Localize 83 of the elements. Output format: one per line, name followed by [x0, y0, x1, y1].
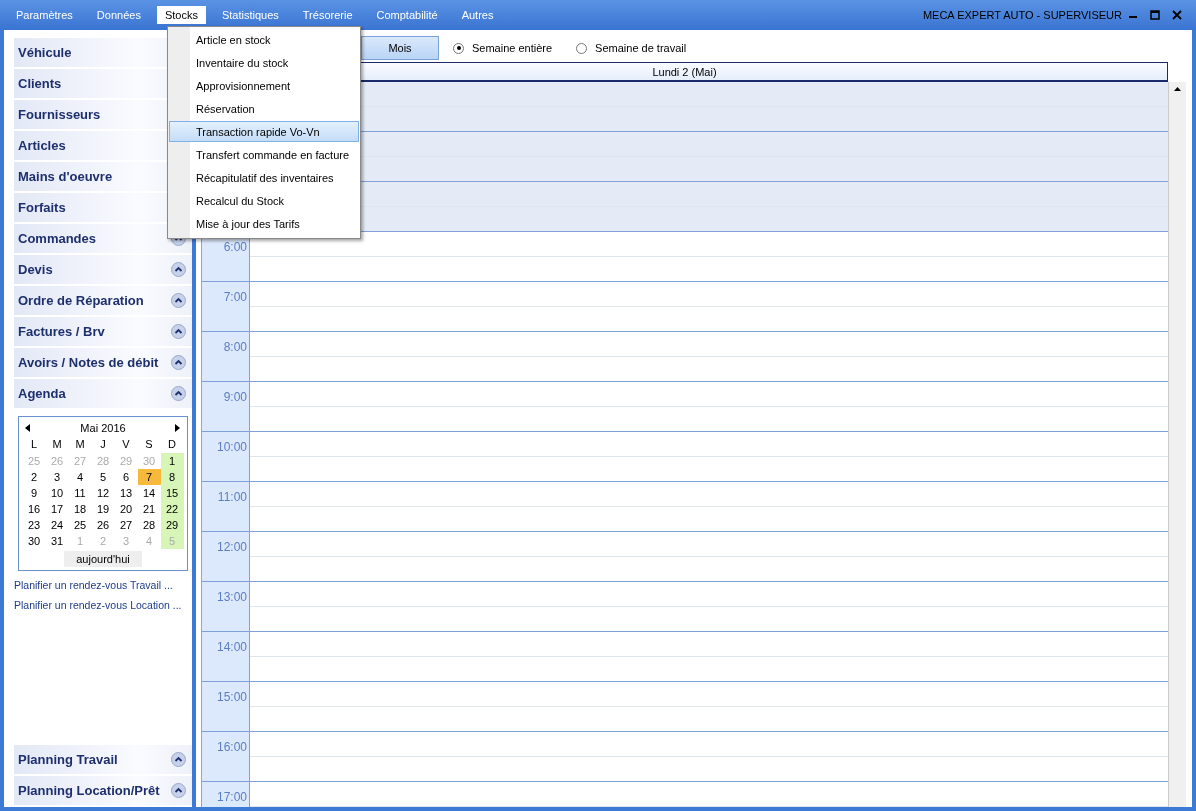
- sidebar-item[interactable]: Planning Location/Prêt: [14, 776, 192, 805]
- calendar-day[interactable]: 11: [68, 485, 92, 501]
- collapse-icon[interactable]: [171, 752, 186, 767]
- calendar-day[interactable]: 25: [68, 517, 92, 533]
- hour-label: 17:00: [202, 782, 250, 807]
- calendar-day[interactable]: 17: [45, 501, 69, 517]
- hour-label: 12:00: [202, 532, 250, 581]
- collapse-icon[interactable]: [171, 783, 186, 798]
- menu-item[interactable]: Autres: [453, 6, 502, 24]
- calendar-day[interactable]: 20: [114, 501, 138, 517]
- weekday-label: M: [51, 437, 63, 452]
- menu-item[interactable]: Données: [88, 6, 149, 24]
- calendar-day[interactable]: 4: [68, 469, 92, 485]
- weekday-label: V: [121, 437, 131, 452]
- radio-label: Semaine de travail: [595, 42, 687, 54]
- sidebar-item[interactable]: Agenda: [14, 379, 192, 408]
- previous-icon[interactable]: [25, 424, 31, 432]
- menu-item[interactable]: Paramètres: [8, 6, 81, 24]
- collapse-icon[interactable]: [171, 355, 186, 370]
- calendar-day[interactable]: 30: [22, 533, 46, 549]
- calendar-day[interactable]: 8: [160, 469, 184, 485]
- hour-label: 8:00: [202, 332, 250, 381]
- calendar-day[interactable]: 12: [91, 485, 115, 501]
- calendar-day[interactable]: 13: [114, 485, 138, 501]
- schedule-link[interactable]: Planifier un rendez-vous Travail ...: [14, 579, 173, 591]
- calendar-day[interactable]: 19: [91, 501, 115, 517]
- weekday-label: L: [29, 437, 39, 452]
- weekday-label: S: [144, 437, 154, 452]
- hour-label: 15:00: [202, 682, 250, 731]
- month-view-button[interactable]: Mois: [361, 36, 439, 60]
- schedule-link[interactable]: Planifier un rendez-vous Location ...: [14, 599, 182, 611]
- calendar-day[interactable]: 26: [91, 517, 115, 533]
- weekday-label: J: [99, 437, 107, 452]
- calendar-day[interactable]: 9: [22, 485, 46, 501]
- menu-item[interactable]: Stocks: [156, 6, 206, 24]
- hour-label: 13:00: [202, 582, 250, 631]
- menu-item[interactable]: Trésorerie: [294, 6, 361, 24]
- sidebar-item[interactable]: Devis: [14, 255, 192, 284]
- calendar-day[interactable]: 27: [114, 517, 138, 533]
- weekday-label: D: [167, 437, 177, 452]
- calendar-day[interactable]: 28: [137, 517, 161, 533]
- window-title: MECA EXPERT AUTO - SUPERVISEUR: [922, 9, 1122, 21]
- calendar-day[interactable]: 14: [137, 485, 161, 501]
- calendar-day[interactable]: 16: [22, 501, 46, 517]
- weekday-label: M: [74, 437, 86, 452]
- collapse-icon[interactable]: [171, 324, 186, 339]
- menu-entry[interactable]: Transaction rapide Vo-Vn: [169, 121, 359, 142]
- hour-label: 9:00: [202, 382, 250, 431]
- sidebar-item[interactable]: Avoirs / Notes de débit: [14, 348, 192, 377]
- collapse-icon[interactable]: [171, 262, 186, 277]
- sidebar-item[interactable]: Commandes: [14, 224, 192, 253]
- calendar-day[interactable]: 23: [22, 517, 46, 533]
- hour-label: 11:00: [202, 482, 250, 531]
- calendar-day[interactable]: 15: [160, 485, 184, 501]
- calendar-day[interactable]: 3: [45, 469, 69, 485]
- calendar-day[interactable]: 7: [137, 469, 161, 485]
- calendar-day[interactable]: 21: [137, 501, 161, 517]
- sidebar-item[interactable]: Factures / Brv: [14, 317, 192, 346]
- calendar-day[interactable]: 2: [22, 469, 46, 485]
- hour-label: 10:00: [202, 432, 250, 481]
- next-icon[interactable]: [175, 424, 181, 432]
- calendar-day[interactable]: 6: [114, 469, 138, 485]
- calendar-day[interactable]: 18: [68, 501, 92, 517]
- calendar-day[interactable]: 1: [160, 453, 184, 469]
- menu-item[interactable]: Statistiques: [213, 6, 287, 24]
- calendar-day[interactable]: 22: [160, 501, 184, 517]
- hour-label: 7:00: [202, 282, 250, 331]
- calendar-day[interactable]: 29: [160, 517, 184, 533]
- collapse-icon[interactable]: [171, 293, 186, 308]
- collapse-icon[interactable]: [171, 386, 186, 401]
- menu-item[interactable]: Comptabilité: [368, 6, 446, 24]
- calendar-day[interactable]: 31: [45, 533, 69, 549]
- hour-label: 14:00: [202, 632, 250, 681]
- calendar-day[interactable]: 5: [91, 469, 115, 485]
- sidebar-item[interactable]: Planning Travail: [14, 745, 192, 774]
- calendar-month: Mai 2016: [80, 422, 126, 434]
- calendar-day[interactable]: 10: [45, 485, 69, 501]
- calendar-day[interactable]: 24: [45, 517, 69, 533]
- hour-label: 16:00: [202, 732, 250, 781]
- scrollbar[interactable]: [1168, 82, 1186, 807]
- sidebar-item[interactable]: Ordre de Réparation: [14, 286, 192, 315]
- radio-label: Semaine entière: [472, 42, 553, 54]
- today-button[interactable]: aujourd'hui: [64, 551, 142, 567]
